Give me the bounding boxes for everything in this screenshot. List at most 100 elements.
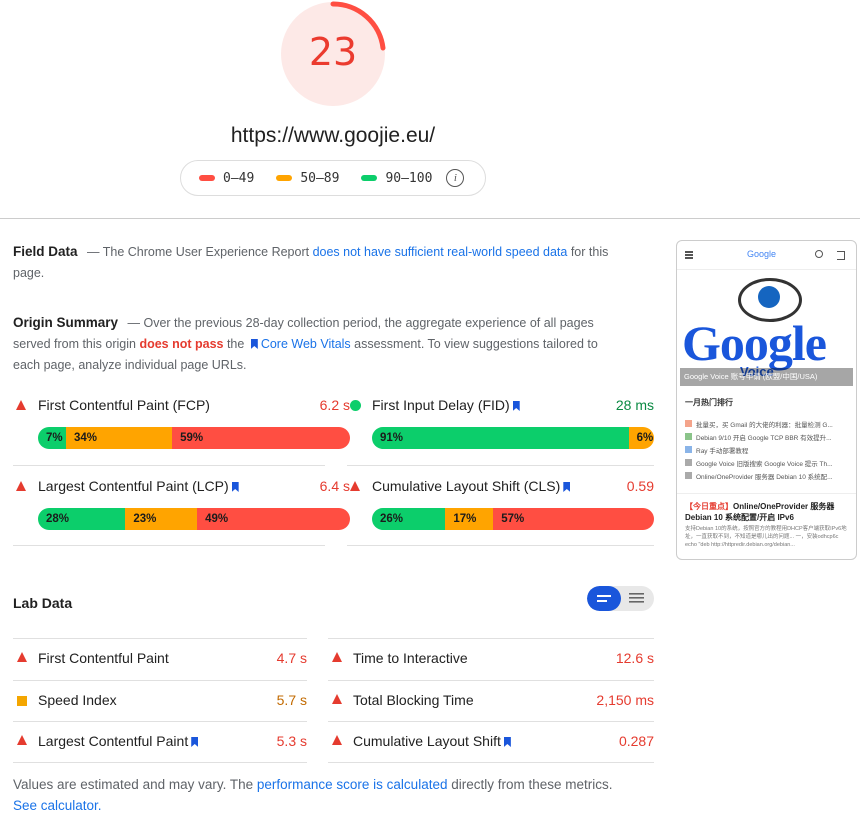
- lab-metric-value: 5.3 s: [276, 733, 307, 749]
- lab-metric-fcp: First Contentful Paint 4.7 s: [13, 638, 307, 679]
- metric-name: Largest Contentful Paint (LCP): [38, 478, 229, 494]
- bookmark-icon: [512, 401, 520, 411]
- fail-swatch: [199, 175, 215, 181]
- menu-icon: [685, 251, 693, 253]
- lab-metric-value: 4.7 s: [276, 650, 307, 666]
- list-item-text: Online/OneProvider 服务器 Debian 10 系统配...: [696, 473, 833, 481]
- row-divider: [347, 545, 654, 546]
- fail-triangle-icon: [17, 652, 27, 662]
- thumb-list: 批量买，买 Gmail 的大佬的利器：批量检测 G... Debian 9/10…: [685, 417, 850, 482]
- average-segment: 23%: [125, 508, 198, 530]
- list-item: Online/OneProvider 服务器 Debian 10 系统配...: [685, 469, 850, 482]
- good-segment: 26%: [372, 508, 446, 530]
- thumb-post-excerpt: 支持Debian 10的系统，按照官方的教程用DHCP客户端获取IPv6地址，一…: [685, 526, 847, 548]
- post-tag: 【今日重点】: [685, 502, 733, 511]
- metric-value: 28 ms: [615, 397, 654, 413]
- legend-average: 50–89: [276, 171, 339, 186]
- row-divider: [347, 465, 654, 466]
- origin-metric-fcp: First Contentful Paint (FCP) 6.2 s 7% 34%…: [16, 397, 350, 457]
- thumb-post-title: 【今日重点】Online/OneProvider 服务器 Debian 10 系…: [685, 501, 850, 523]
- list-item-text: Google Voice 旧版搜索 Google Voice 提示 Th...: [696, 460, 833, 468]
- fail-triangle-icon: [332, 694, 342, 704]
- metric-name-wrap: Cumulative Layout Shift (CLS): [372, 478, 573, 494]
- lab-metric-name: Cumulative Layout Shift: [353, 733, 501, 749]
- fail-triangle-icon: [332, 735, 342, 745]
- info-icon[interactable]: i: [446, 169, 465, 187]
- lab-metric-value: 5.7 s: [276, 692, 307, 708]
- lab-data-title: Lab Data: [13, 595, 73, 611]
- poor-segment: 49%: [197, 508, 350, 530]
- legend-label: 90–100: [385, 170, 433, 186]
- average-segment: 6%: [628, 427, 654, 449]
- score-calculated-link[interactable]: performance score is calculated: [257, 777, 448, 792]
- field-data-section: Field Data — The Chrome User Experience …: [13, 241, 613, 284]
- legend-label: 0–49: [223, 170, 255, 186]
- metric-name: First Contentful Paint (FCP): [38, 397, 210, 413]
- distribution-bar: 7% 34% 59%: [38, 427, 350, 449]
- login-icon: [837, 251, 845, 260]
- lab-metric-value: 12.6 s: [615, 650, 654, 666]
- fail-triangle-icon: [16, 481, 26, 491]
- lab-metric-value: 0.287: [618, 733, 654, 749]
- metric-name-wrap: Largest Contentful Paint (LCP): [38, 478, 242, 494]
- bookmark-icon: [191, 737, 199, 747]
- thumb-divider: [677, 493, 856, 494]
- distribution-bar: 91%6%3%: [372, 427, 654, 449]
- toggle-compact-button[interactable]: [587, 586, 621, 611]
- fail-triangle-icon: [350, 481, 360, 491]
- distribution-bar: 26% 17% 57%: [372, 508, 654, 530]
- view-toggle[interactable]: [587, 586, 654, 611]
- list-item: Ray 手动部署教程: [685, 443, 850, 456]
- lab-metric-name: Time to Interactive: [353, 650, 468, 666]
- fail-triangle-icon: [16, 400, 26, 410]
- search-icon: [815, 250, 823, 258]
- pass-circle-icon: [350, 400, 361, 411]
- pass-swatch: [361, 175, 378, 181]
- legend-pass: 90–100: [361, 171, 432, 186]
- lab-metric-name-wrap: Largest Contentful Paint: [38, 733, 201, 749]
- origin-summary-title: Origin Summary: [13, 315, 119, 330]
- section-divider: [0, 218, 860, 219]
- lab-metric-name: First Contentful Paint: [38, 650, 169, 666]
- tested-url: https://www.goojie.eu/: [230, 124, 436, 147]
- lab-metric-tti: Time to Interactive 12.6 s: [328, 638, 654, 679]
- lab-metric-value: 2,150 ms: [596, 692, 654, 708]
- origin-summary-text-mid: the: [223, 337, 248, 351]
- lab-metric-name: Total Blocking Time: [353, 692, 474, 708]
- average-segment: 17%: [445, 508, 494, 530]
- page-screenshot-thumbnail: Google Google Voice Google Voice 账号申请 (欧…: [676, 240, 857, 560]
- rank-badge: [685, 459, 692, 466]
- see-calculator-link[interactable]: See calculator.: [13, 798, 102, 813]
- expanded-view-icon[interactable]: [621, 586, 654, 611]
- metric-value: 6.2 s: [319, 397, 350, 413]
- core-web-vitals-link[interactable]: Core Web Vitals: [261, 337, 351, 351]
- thumb-logo: Google: [747, 249, 777, 259]
- legend-fail: 0–49: [199, 171, 254, 186]
- list-item: Debian 9/10 开启 Google TCP BBR 有效提升...: [685, 430, 850, 443]
- lab-metric-si: Speed Index 5.7 s: [13, 680, 307, 721]
- footer-text: Values are estimated and may vary. The: [13, 777, 257, 792]
- good-segment: 28%: [38, 508, 126, 530]
- metric-value: 6.4 s: [319, 478, 350, 494]
- fail-triangle-icon: [17, 735, 27, 745]
- bookmark-icon: [503, 737, 511, 747]
- rank-badge: [685, 420, 692, 427]
- origin-summary-section: Origin Summary — Over the previous 28-da…: [13, 312, 623, 376]
- field-data-title: Field Data: [13, 244, 78, 259]
- list-item-text: 批量买，买 Gmail 的大佬的利器：批量检测 G...: [696, 421, 833, 429]
- footer-text-mid: directly from these metrics.: [447, 777, 613, 792]
- does-not-pass-label: does not pass: [139, 337, 224, 351]
- bookmark-icon: [231, 482, 239, 492]
- field-data-link[interactable]: does not have sufficient real-world spee…: [313, 245, 568, 259]
- poor-segment: 59%: [172, 427, 350, 449]
- thumb-header: Google: [677, 241, 856, 270]
- origin-metric-lcp: Largest Contentful Paint (LCP) 6.4 s 28%…: [16, 478, 350, 538]
- lab-metric-lcp: Largest Contentful Paint 5.3 s: [13, 721, 307, 762]
- lab-metric-tbt: Total Blocking Time 2,150 ms: [328, 680, 654, 721]
- phone-icon: [758, 286, 780, 308]
- metric-name: Cumulative Layout Shift (CLS): [372, 478, 561, 494]
- lab-metric-cls: Cumulative Layout Shift 0.287: [328, 721, 654, 762]
- average-swatch: [276, 175, 293, 181]
- average-segment: 34%: [66, 427, 173, 449]
- rank-badge: [685, 433, 692, 440]
